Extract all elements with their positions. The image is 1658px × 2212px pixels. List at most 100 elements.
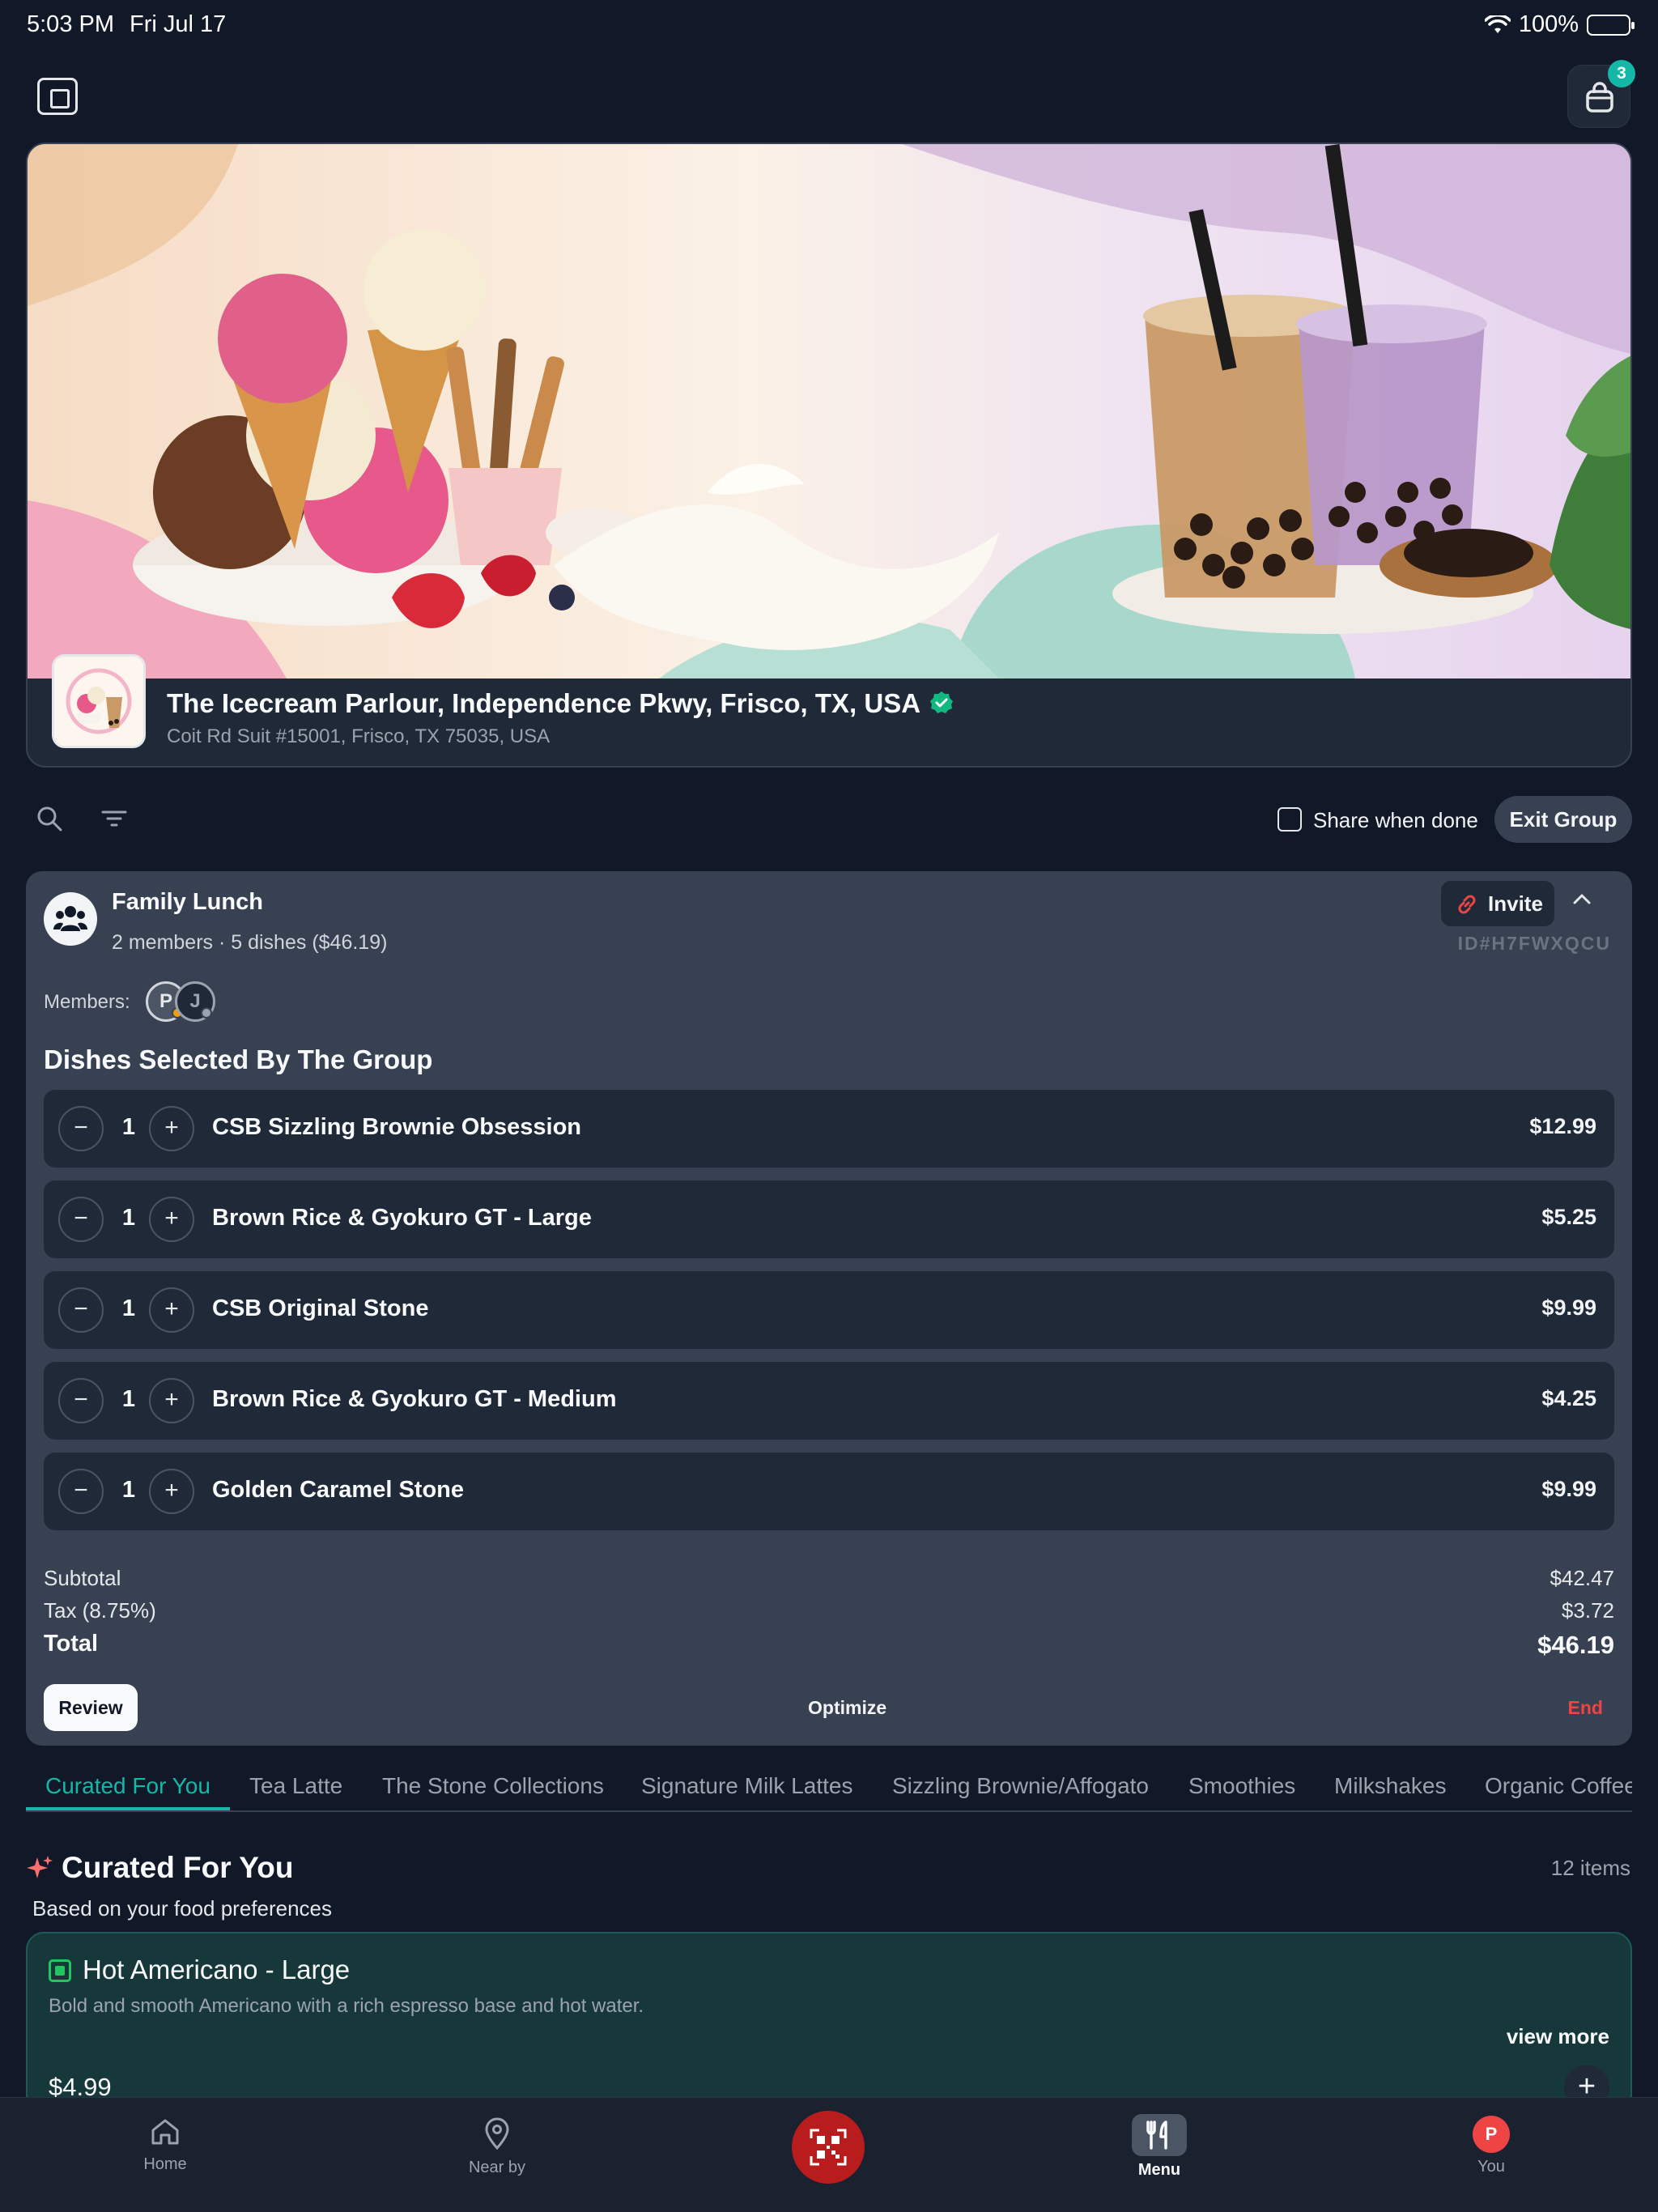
- view-more-link[interactable]: view more: [1507, 2024, 1609, 2049]
- filter-icon[interactable]: [100, 806, 128, 831]
- dish-price: $9.99: [1541, 1477, 1596, 1501]
- qr-code-icon: [810, 2129, 847, 2166]
- link-icon: [1458, 895, 1476, 914]
- dish-price: $5.25: [1541, 1205, 1596, 1229]
- dish-row: − 1 + CSB Original Stone $9.99: [44, 1271, 1614, 1349]
- restaurant-banner-image: [28, 144, 1630, 678]
- decrease-quantity-button[interactable]: −: [58, 1469, 104, 1514]
- tab-signature-milk-lattes[interactable]: Signature Milk Lattes: [641, 1773, 852, 1799]
- dish-name: Brown Rice & Gyokuro GT - Large: [212, 1205, 592, 1231]
- veg-indicator-icon: [49, 1959, 71, 1982]
- dish-quantity: 1: [121, 1205, 136, 1231]
- share-when-done-checkbox[interactable]: [1278, 807, 1302, 832]
- tax-label: Tax (8.75%): [44, 1598, 156, 1623]
- tab-organic-coffee[interactable]: Organic Coffee: [1485, 1773, 1632, 1799]
- tab-tea-latte[interactable]: Tea Latte: [249, 1773, 342, 1799]
- group-summary: 2 members · 5 dishes ($46.19): [112, 931, 388, 954]
- bottom-navigation: Home Near by Menu P You: [0, 2097, 1658, 2212]
- tax-value: $3.72: [1561, 1598, 1614, 1623]
- dish-quantity: 1: [121, 1114, 136, 1140]
- restaurant-address: Coit Rd Suit #15001, Frisco, TX 75035, U…: [167, 725, 551, 747]
- increase-quantity-button[interactable]: +: [149, 1106, 194, 1151]
- increase-quantity-button[interactable]: +: [149, 1378, 194, 1423]
- dish-row: − 1 + Brown Rice & Gyokuro GT - Medium $…: [44, 1362, 1614, 1440]
- cart-count-badge: 3: [1608, 60, 1635, 87]
- tab-curated-for-you[interactable]: Curated For You: [45, 1773, 210, 1799]
- battery-percent: 100%: [1518, 11, 1579, 37]
- dish-quantity: 1: [121, 1386, 136, 1412]
- wifi-icon: [1484, 15, 1511, 33]
- end-button[interactable]: End: [1568, 1697, 1603, 1719]
- subtotal-value: $42.47: [1550, 1566, 1614, 1590]
- dish-name: CSB Original Stone: [212, 1295, 429, 1321]
- nav-you[interactable]: P You: [1410, 2098, 1572, 2176]
- section-item-count: 12 items: [1550, 1856, 1630, 1880]
- member-status-dot: [201, 1007, 212, 1019]
- home-icon: [151, 2119, 179, 2145]
- invite-button[interactable]: Invite: [1441, 881, 1554, 926]
- shopping-bag-icon: [1586, 82, 1613, 113]
- subtotal-row: Subtotal $42.47: [44, 1566, 1614, 1591]
- dish-quantity: 1: [121, 1295, 136, 1321]
- decrease-quantity-button[interactable]: −: [58, 1106, 104, 1151]
- tax-row: Tax (8.75%) $3.72: [44, 1598, 1614, 1623]
- restaurant-logo: [52, 654, 146, 748]
- search-icon[interactable]: [36, 805, 63, 832]
- nav-nearby[interactable]: Near by: [416, 2098, 578, 2177]
- increase-quantity-button[interactable]: +: [149, 1287, 194, 1333]
- group-name: Family Lunch: [112, 889, 263, 915]
- total-row: Total $46.19: [44, 1631, 1614, 1659]
- tab-smoothies[interactable]: Smoothies: [1188, 1773, 1295, 1799]
- decrease-quantity-button[interactable]: −: [58, 1378, 104, 1423]
- increase-quantity-button[interactable]: +: [149, 1197, 194, 1242]
- dish-quantity: 1: [121, 1477, 136, 1503]
- dishes-heading: Dishes Selected By The Group: [44, 1044, 433, 1074]
- invite-label: Invite: [1488, 891, 1543, 916]
- decrease-quantity-button[interactable]: −: [58, 1197, 104, 1242]
- battery-icon: [1587, 14, 1635, 36]
- dish-name: CSB Sizzling Brownie Obsession: [212, 1114, 582, 1140]
- location-pin-icon: [485, 2117, 509, 2150]
- optimize-button[interactable]: Optimize: [808, 1697, 886, 1719]
- user-avatar: P: [1473, 2116, 1510, 2153]
- review-button[interactable]: Review: [44, 1684, 138, 1731]
- tab-sizzling-brownie[interactable]: Sizzling Brownie/Affogato: [892, 1773, 1149, 1799]
- total-label: Total: [44, 1631, 99, 1657]
- nav-nearby-label: Near by: [468, 2159, 526, 2176]
- nav-home[interactable]: Home: [84, 2098, 246, 2174]
- group-order-panel: Family Lunch 2 members · 5 dishes ($46.1…: [26, 871, 1632, 1746]
- status-time: 5:03 PM: [27, 11, 114, 37]
- restaurant-name: The Icecream Parlour, Independence Pkwy,…: [167, 688, 954, 719]
- nav-menu[interactable]: Menu: [1078, 2098, 1240, 2180]
- section-subtitle: Based on your food preferences: [32, 1896, 333, 1921]
- active-tab-indicator: [26, 1807, 230, 1810]
- dish-row: − 1 + Golden Caramel Stone $9.99: [44, 1453, 1614, 1530]
- group-id: ID#H7FWXQCU: [1457, 933, 1611, 954]
- dish-name: Golden Caramel Stone: [212, 1477, 465, 1503]
- tab-stone-collections[interactable]: The Stone Collections: [382, 1773, 604, 1799]
- sidebar-toggle-button[interactable]: [37, 78, 78, 115]
- section-title: Curated For You: [62, 1851, 294, 1884]
- exit-group-button[interactable]: Exit Group: [1494, 796, 1632, 843]
- group-icon: [53, 906, 87, 931]
- share-when-done-label: Share when done: [1313, 808, 1478, 832]
- group-avatar: [44, 892, 97, 946]
- dish-name: Brown Rice & Gyokuro GT - Medium: [212, 1386, 617, 1412]
- decrease-quantity-button[interactable]: −: [58, 1287, 104, 1333]
- status-bar: 5:03 PM Fri Jul 17 100%: [0, 0, 1658, 52]
- category-tabs: Curated For You Tea Latte The Stone Coll…: [26, 1767, 1632, 1812]
- restaurant-card: The Icecream Parlour, Independence Pkwy,…: [26, 143, 1632, 768]
- dish-price: $4.25: [1541, 1386, 1596, 1410]
- tab-milkshakes[interactable]: Milkshakes: [1334, 1773, 1446, 1799]
- increase-quantity-button[interactable]: +: [149, 1469, 194, 1514]
- nav-you-label: You: [1477, 2158, 1505, 2176]
- subtotal-label: Subtotal: [44, 1566, 121, 1590]
- dish-row: − 1 + CSB Sizzling Brownie Obsession $12…: [44, 1090, 1614, 1168]
- dish-price: $9.99: [1541, 1295, 1596, 1320]
- menu-item-name: Hot Americano - Large: [83, 1955, 351, 1984]
- nav-home-label: Home: [143, 2155, 187, 2173]
- chevron-up-icon[interactable]: [1571, 891, 1593, 907]
- menu-item-description: Bold and smooth Americano with a rich es…: [49, 1995, 644, 2017]
- members-label: Members:: [44, 991, 130, 1013]
- qr-scan-button[interactable]: [792, 2111, 865, 2184]
